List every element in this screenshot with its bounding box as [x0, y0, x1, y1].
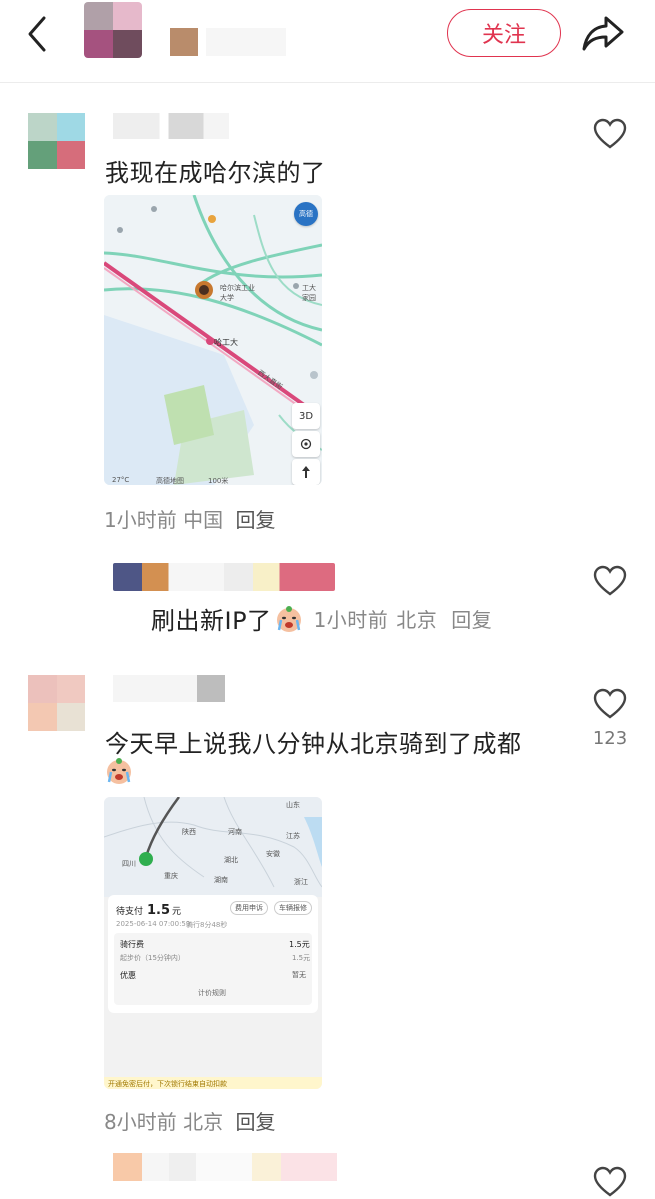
province-label: 河南 — [228, 828, 242, 836]
fee-detail-box: 骑行费 1.5元 起步价（15分钟内） 1.5元 优惠 暂无 计价规则 — [114, 933, 312, 1005]
receipt-card: 待支付 1.5 元 费用申诉 车辆报修 2025-06-14 07:00:59 … — [108, 895, 318, 1013]
comment-time: 8小时前 — [104, 1110, 177, 1134]
back-chevron-icon[interactable] — [24, 14, 50, 54]
route-arrow-icon — [302, 466, 310, 478]
comment-location: 中国 — [183, 508, 224, 532]
province-label: 安徽 — [266, 850, 280, 858]
map-graphics — [104, 195, 322, 485]
follow-button[interactable]: 关注 — [447, 9, 561, 57]
commenter-avatar[interactable] — [28, 113, 85, 169]
heart-icon[interactable] — [593, 565, 627, 597]
province-label: 湖北 — [224, 856, 238, 864]
comment-text: 我现在成哈尔滨的了 — [105, 159, 326, 187]
crying-emoji-icon — [276, 605, 301, 632]
author-avatar[interactable] — [84, 2, 142, 58]
heart-icon[interactable] — [593, 1166, 627, 1198]
comment-time: 1小时前 — [104, 508, 177, 532]
china-map-graphic — [104, 797, 322, 897]
commenter-avatar[interactable] — [28, 675, 85, 731]
locate-button[interactable] — [292, 431, 320, 457]
province-label: 山东 — [286, 801, 300, 809]
map-temperature: 27°C — [112, 476, 130, 484]
heart-icon[interactable] — [593, 118, 627, 150]
route-button[interactable] — [292, 459, 320, 485]
province-label: 重庆 — [164, 872, 178, 880]
like-count: 123 — [592, 728, 628, 749]
comment-location: 北京 — [183, 1110, 224, 1134]
commenter-name-blur — [113, 113, 229, 139]
top-bar: 关注 — [0, 0, 655, 83]
map-provider: 高德地图 — [156, 477, 184, 485]
fee-value: 1.5元 — [289, 940, 310, 949]
reply-location: 北京 — [396, 608, 438, 632]
start-price-label: 起步价（15分钟内） — [120, 954, 185, 962]
reply-button[interactable]: 回复 — [235, 508, 275, 532]
map-screenshot[interactable]: 高德 哈工大 西大直街 工大家园 哈尔滨工业大学 3D 27°C 高德地图 10… — [104, 195, 322, 485]
reply-time: 1小时前 — [313, 608, 389, 632]
pricing-rules-link[interactable]: 计价规则 — [198, 988, 226, 998]
discount-label: 优惠 — [120, 971, 136, 980]
pay-amount: 1.5 — [147, 903, 171, 918]
province-label: 陕西 — [182, 828, 196, 836]
next-reply-author-blur — [113, 1153, 337, 1181]
ride-receipt-screenshot[interactable]: 山东 陕西 河南 江苏 四川 湖北 安徽 重庆 湖南 浙江 待支付 1.5 元 … — [104, 797, 322, 1089]
commenter-name-blur — [113, 675, 225, 702]
receipt-footer-note: 开通免密后付，下次锁行结束自动扣款 — [108, 1080, 227, 1088]
ride-datetime: 2025-06-14 07:00:59 — [116, 920, 191, 928]
ride-duration: 骑行8分48秒 — [186, 921, 228, 929]
pay-unit: 元 — [172, 907, 182, 917]
share-arrow-icon[interactable] — [580, 12, 626, 54]
reply-button[interactable]: 回复 — [451, 604, 492, 633]
locate-icon — [300, 438, 312, 450]
comment-meta: 8小时前 北京 回复 — [104, 1106, 275, 1135]
pay-label: 待支付 — [116, 907, 144, 917]
start-price-value: 1.5元 — [292, 954, 311, 962]
comment-text: 今天早上说我八分钟从北京骑到了成都 — [105, 730, 522, 758]
fault-report-button[interactable]: 车辆报修 — [274, 901, 312, 915]
crying-emoji-icon — [107, 758, 131, 784]
discount-value: 暂无 — [292, 971, 306, 979]
comment-meta: 1小时前 中国 回复 — [104, 504, 275, 533]
heart-icon[interactable] — [593, 688, 627, 720]
pay-row: 待支付 1.5 元 — [116, 903, 181, 918]
province-label: 湖南 — [214, 876, 228, 884]
station-label: 哈工大 — [214, 338, 238, 347]
province-label: 江苏 — [286, 832, 300, 840]
author-name-blur-2 — [206, 28, 286, 56]
receipt-footer-bar: 开通免密后付，下次锁行结束自动扣款 — [104, 1077, 322, 1089]
reply-text-row: 刷出新IP了 1小时前 北京 回复 — [151, 601, 492, 636]
fee-label: 骑行费 — [120, 940, 144, 949]
map-badge: 高德 — [294, 202, 318, 226]
province-label: 四川 — [122, 860, 136, 868]
map-3d-button[interactable]: 3D — [292, 403, 320, 429]
author-name-blur — [170, 28, 198, 56]
reply-author-blur — [113, 563, 335, 591]
poi-label: 工大家园 — [302, 284, 316, 302]
comment-text: 刷出新IP了 — [151, 607, 272, 635]
reply-button[interactable]: 回复 — [235, 1110, 275, 1134]
appeal-button[interactable]: 费用申诉 — [230, 901, 268, 915]
province-label: 浙江 — [294, 878, 308, 886]
poi-label-2: 哈尔滨工业大学 — [220, 284, 255, 302]
map-scale: 100米 — [208, 477, 229, 485]
